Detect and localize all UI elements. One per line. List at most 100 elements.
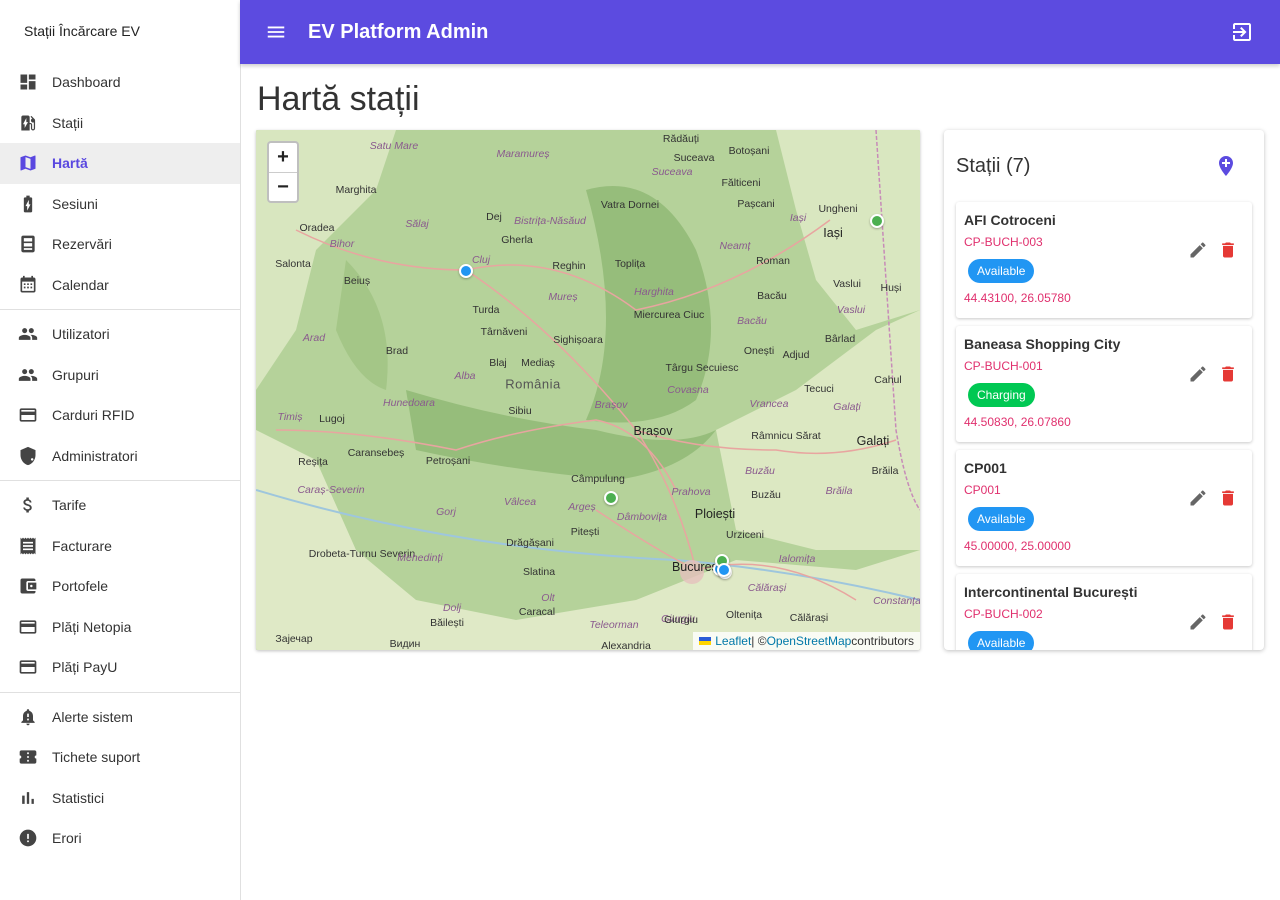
sidebar-item-erori[interactable]: Erori: [0, 818, 240, 859]
station-card[interactable]: Baneasa Shopping City CP-BUCH-001 Charging…: [956, 326, 1252, 442]
status-badge: Charging: [968, 383, 1035, 407]
delete-icon[interactable]: [1218, 488, 1240, 510]
sidebar-item-label: Utilizatori: [52, 326, 110, 343]
sidebar-item-alerte-sistem[interactable]: Alerte sistem: [0, 697, 240, 738]
sidebar-divider: [0, 480, 240, 481]
sidebar-item-tarife[interactable]: Tarife: [0, 485, 240, 526]
delete-icon[interactable]: [1218, 364, 1240, 386]
sidebar-item-statistici[interactable]: Statistici: [0, 778, 240, 819]
map-place-label: Toplița: [614, 258, 646, 270]
map-place-label: Видин: [389, 638, 421, 650]
map-place-label: Constanța: [873, 595, 920, 607]
sidebar-item-label: Rezervări: [52, 236, 112, 253]
station-marker[interactable]: [604, 491, 619, 506]
sidebar-item-carduri-rfid[interactable]: Carduri RFID: [0, 395, 240, 436]
station-list: AFI Cotroceni CP-BUCH-003 Available 44.4310…: [956, 202, 1252, 650]
station-coordinates: 45.00000, 25.00000: [964, 539, 1071, 553]
leaflet-link[interactable]: Leaflet: [715, 634, 751, 648]
status-badge: Available: [968, 631, 1035, 650]
logout-button[interactable]: [1230, 20, 1254, 44]
station-card[interactable]: Intercontinental București CP-BUCH-002 Ava…: [956, 574, 1252, 650]
sidebar-item-tichete-suport[interactable]: Tichete suport: [0, 737, 240, 778]
top-app-bar: EV Platform Admin: [240, 0, 1280, 64]
sidebar-item-grupuri[interactable]: Grupuri: [0, 355, 240, 396]
station-name: Baneasa Shopping City: [964, 336, 1121, 352]
map-place-label: Alba: [454, 370, 476, 382]
osm-link[interactable]: OpenStreetMap: [767, 634, 852, 648]
map-place-label: Vaslui: [833, 278, 861, 290]
sidebar-item-label: Calendar: [52, 276, 109, 293]
credit-card-icon: [18, 657, 38, 677]
map-place-label: Sibiu: [508, 405, 532, 417]
ticket-icon: [18, 747, 38, 767]
sidebar-nav: Dashboard Stații Hartă Sesiuni Rezervări Cale…: [0, 62, 240, 859]
map-place-label: Bistrița-Năsăud: [514, 215, 586, 227]
station-marker[interactable]: [459, 264, 473, 278]
stations-map[interactable]: Satu Mare Maramureș Rădăuți Botoșani Suceava…: [256, 130, 920, 650]
map-place-label: Câmpulung: [571, 473, 625, 485]
zoom-out-button[interactable]: −: [269, 172, 297, 201]
edit-icon[interactable]: [1188, 488, 1210, 510]
sidebar-item-plati-payu[interactable]: Plăți PayU: [0, 647, 240, 688]
edit-icon[interactable]: [1188, 240, 1210, 262]
sidebar-item-statii[interactable]: Stații: [0, 103, 240, 144]
map-place-label: Huși: [880, 282, 902, 294]
map-place-label: Gorj: [436, 506, 456, 518]
sidebar-item-facturare[interactable]: Facturare: [0, 526, 240, 567]
add-station-button[interactable]: [1214, 154, 1238, 178]
station-name: CP001: [964, 460, 1007, 476]
station-actions: [1180, 364, 1240, 386]
map-icon: [18, 153, 38, 173]
sidebar-item-sesiuni[interactable]: Sesiuni: [0, 184, 240, 225]
map-place-label: Roman: [756, 255, 790, 267]
map-place-label: Brăila: [825, 485, 853, 497]
map-place-label: Adjud: [782, 349, 810, 361]
zoom-in-button[interactable]: +: [269, 143, 297, 172]
map-place-label: Dâmbovița: [616, 511, 668, 523]
add-location-icon: [1219, 156, 1233, 176]
sidebar-item-plati-netopia[interactable]: Plăți Netopia: [0, 607, 240, 648]
station-coordinates: 44.43100, 26.05780: [964, 291, 1071, 305]
delete-icon[interactable]: [1218, 240, 1240, 262]
station-marker[interactable]: [870, 213, 884, 228]
map-place-label: Fălticeni: [721, 177, 761, 189]
map-place-label: Bacău: [757, 290, 787, 302]
station-card[interactable]: AFI Cotroceni CP-BUCH-003 Available 44.4310…: [956, 202, 1252, 318]
sidebar-item-label: Grupuri: [52, 366, 99, 383]
map-place-label: Salonta: [275, 258, 311, 270]
map-place-label: Vrancea: [749, 398, 789, 410]
map-place-label: Bârlad: [824, 333, 856, 345]
map-place-label: Maramureș: [496, 148, 550, 160]
map-place-label: Galați: [856, 434, 890, 448]
map-place-label: Reghin: [552, 260, 586, 272]
map-place-label: Bihor: [329, 238, 355, 250]
map-place-label: Călărași: [789, 612, 829, 624]
delete-icon[interactable]: [1218, 612, 1240, 634]
sidebar-item-calendar[interactable]: Calendar: [0, 265, 240, 306]
sidebar-item-dashboard[interactable]: Dashboard: [0, 62, 240, 103]
map-place-label: Galați: [833, 401, 861, 413]
sidebar-item-harta[interactable]: Hartă: [0, 143, 240, 184]
edit-icon[interactable]: [1188, 612, 1210, 634]
map-place-label: Reșița: [298, 456, 328, 468]
map-place-label: Onești: [743, 345, 775, 357]
edit-icon[interactable]: [1188, 364, 1210, 386]
station-actions: [1180, 612, 1240, 634]
map-place-label: Brașov: [633, 424, 673, 438]
map-attribution: Leaflet | © OpenStreetMap contributors: [693, 632, 920, 650]
map-place-label: Urziceni: [726, 529, 764, 541]
station-card[interactable]: CP001 CP001 Available 45.00000, 25.00000: [956, 450, 1252, 566]
map-place-label: Rădăuți: [662, 133, 700, 145]
map-place-label: Băilești: [430, 617, 464, 629]
sidebar-item-rezervari[interactable]: Rezervări: [0, 224, 240, 265]
menu-button[interactable]: [264, 20, 288, 44]
map-place-label: Oltenița: [725, 609, 763, 621]
map-place-label: Tecuci: [804, 383, 834, 395]
sidebar-item-portofele[interactable]: Portofele: [0, 566, 240, 607]
map-place-label: Alexandria: [601, 640, 651, 650]
sidebar-item-administratori[interactable]: Administratori: [0, 436, 240, 477]
sidebar-item-utilizatori[interactable]: Utilizatori: [0, 314, 240, 355]
sidebar-divider: [0, 691, 240, 693]
map-place-label: Giurgiu: [664, 614, 698, 626]
station-marker[interactable]: [716, 562, 731, 577]
